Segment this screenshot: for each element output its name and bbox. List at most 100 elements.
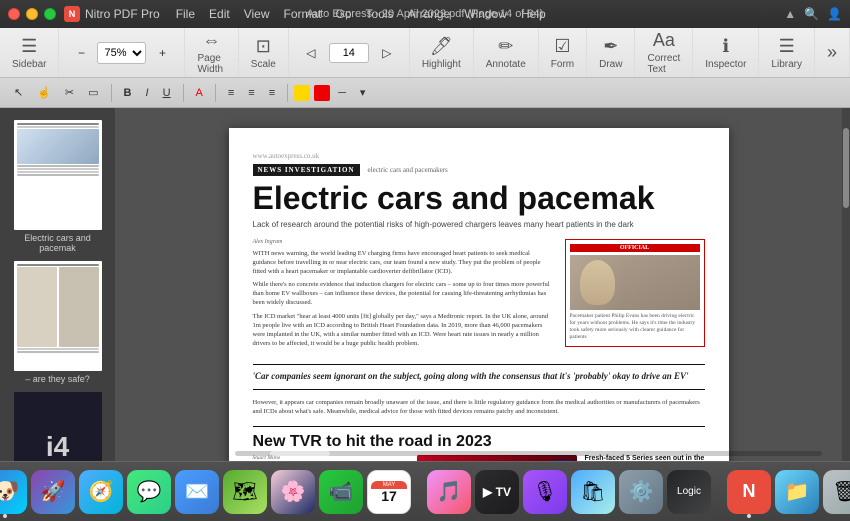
bold-btn[interactable]: B — [118, 82, 138, 104]
dock-item-folder[interactable]: 📁 — [775, 470, 819, 514]
scroll-thumb[interactable] — [270, 451, 330, 456]
dock-item-messages[interactable]: 💬 — [127, 470, 171, 514]
dock-item-logic[interactable]: Logic — [667, 470, 711, 514]
rectangle-btn[interactable]: ▭ — [82, 82, 104, 104]
italic-btn[interactable]: I — [140, 82, 155, 104]
dock-item-safari[interactable]: 🧭 — [79, 470, 123, 514]
more-tools-btn[interactable]: » — [815, 28, 850, 77]
form-icon: ☑ — [554, 36, 570, 57]
app-name: Nitro PDF Pro — [85, 7, 160, 21]
dock-item-mail[interactable]: ✉️ — [175, 470, 219, 514]
font-color-btn[interactable]: A — [190, 82, 209, 104]
next-page-button[interactable]: ▷ — [373, 41, 401, 65]
line-width-btn[interactable]: ─ — [332, 82, 352, 104]
horizontal-scrollbar[interactable] — [235, 451, 822, 456]
align-left-btn[interactable]: ≡ — [222, 82, 240, 104]
toolbar-separator — [111, 84, 112, 102]
dock-item-appstore[interactable]: 🛍 — [571, 470, 615, 514]
music-icon: 🎵 — [437, 479, 462, 504]
inspector-btn[interactable]: ℹ Inspector — [693, 28, 759, 77]
dock-item-maps[interactable]: 🗺 — [223, 470, 267, 514]
dock-item-podcasts[interactable]: 🎙 — [523, 470, 567, 514]
zoom-controls-group: − 75% + — [59, 28, 185, 77]
scale-label: Scale — [251, 59, 276, 70]
page-url: www.autoexpress.co.uk — [253, 152, 705, 160]
dropdown-btn[interactable]: ▾ — [354, 82, 372, 104]
menu-view[interactable]: View — [238, 5, 276, 23]
menu-edit[interactable]: Edit — [203, 5, 236, 23]
highlight-btn[interactable]: 🖊 Highlight — [410, 28, 474, 77]
vertical-scrollbar[interactable] — [842, 108, 850, 461]
main-headline: Electric cars and pacemak — [253, 182, 705, 214]
draw-label: Draw — [599, 59, 622, 70]
more-icon: » — [827, 42, 837, 63]
zoom-in-button[interactable]: + — [148, 41, 176, 65]
article-content: Alex Ingram WITH news warning, the world… — [253, 239, 705, 352]
select-tool-btn[interactable]: ↖ — [8, 82, 29, 104]
scroll-thumb-vertical[interactable] — [843, 128, 849, 208]
menu-file[interactable]: File — [170, 5, 201, 23]
official-box: OFFICIAL Pacemaker patient Philip Evans … — [565, 239, 705, 347]
official-photo — [570, 255, 700, 310]
inspector-icon: ℹ — [722, 36, 729, 57]
dock-item-calendar[interactable]: MAY 17 — [367, 470, 411, 514]
dock-item-finder[interactable]: 🐶 — [0, 470, 27, 514]
page-thumbnails-sidebar[interactable]: Electric cars and pacemak – are they — [0, 108, 115, 461]
dock-item-photos[interactable]: 🌸 — [271, 470, 315, 514]
correct-text-btn[interactable]: Aa Correct Text — [635, 28, 693, 77]
zoom-out-button[interactable]: − — [67, 41, 95, 65]
minimize-button[interactable] — [26, 8, 38, 20]
official-badge: OFFICIAL — [570, 244, 700, 252]
page-width-icon: ⇔ — [203, 30, 221, 51]
thumbnail-item[interactable]: i4 — [0, 388, 115, 461]
main-content-area: Electric cars and pacemak – are they — [0, 108, 850, 461]
thumbnail-label: Electric cars and pacemak — [6, 233, 109, 253]
prev-page-button[interactable]: ◁ — [297, 41, 325, 65]
page-width-btn[interactable]: ⇔ Page Width — [185, 28, 238, 77]
byline: Alex Ingram — [253, 239, 555, 245]
launchpad-icon: 🚀 — [41, 479, 66, 504]
maximize-button[interactable] — [44, 8, 56, 20]
dock-item-launchpad[interactable]: 🚀 — [31, 470, 75, 514]
wifi-icon: ▲ — [784, 7, 796, 21]
dock-item-appletv[interactable]: ▶ TV — [475, 470, 519, 514]
section-badge: NEWS INVESTIGATION — [253, 164, 360, 176]
library-label: Library — [771, 59, 802, 70]
user-icon[interactable]: 👤 — [827, 7, 842, 21]
stroke-color-btn[interactable] — [314, 85, 330, 101]
page-input[interactable] — [329, 43, 369, 63]
hand-tool-btn[interactable]: ☝ — [31, 82, 57, 104]
window-controls[interactable] — [8, 8, 56, 20]
folder-icon: 📁 — [785, 479, 810, 504]
dock-item-facetime[interactable]: 📹 — [319, 470, 363, 514]
dock-item-nitro[interactable]: N — [727, 470, 771, 514]
sub-headline: Lack of research around the potential ri… — [253, 220, 705, 229]
search-icon[interactable]: 🔍 — [804, 7, 819, 21]
thumbnail-image — [14, 120, 102, 230]
align-right-btn[interactable]: ≡ — [263, 82, 281, 104]
close-button[interactable] — [8, 8, 20, 20]
thumbnail-item[interactable]: – are they safe? — [0, 257, 115, 388]
crop-btn[interactable]: ✂ — [59, 82, 80, 104]
annotate-btn[interactable]: ✏ Annotate — [474, 28, 539, 77]
pdf-viewer[interactable]: www.autoexpress.co.uk NEWS INVESTIGATION… — [115, 108, 842, 461]
sidebar-label: Sidebar — [12, 59, 46, 70]
page-nav-group: ◁ ▷ — [289, 28, 410, 77]
zoom-select[interactable]: 75% — [97, 42, 146, 64]
dock-running-indicator — [3, 514, 7, 518]
highlight-color-btn[interactable] — [294, 85, 310, 101]
draw-btn[interactable]: ✒ Draw — [587, 28, 635, 77]
align-center-btn[interactable]: ≡ — [242, 82, 260, 104]
annotate-label: Annotate — [486, 59, 526, 70]
dock-item-trash[interactable]: 🗑 — [823, 470, 850, 514]
toolbar-separator-3 — [215, 84, 216, 102]
sidebar-toggle[interactable]: ☰ Sidebar — [0, 28, 59, 77]
dock-item-music[interactable]: 🎵 — [427, 470, 471, 514]
thumbnail-item[interactable]: Electric cars and pacemak — [0, 116, 115, 257]
dock-item-settings[interactable]: ⚙️ — [619, 470, 663, 514]
underline-btn[interactable]: U — [157, 82, 177, 104]
library-btn[interactable]: ☰ Library — [759, 28, 815, 77]
scale-btn[interactable]: ⊡ Scale — [239, 28, 289, 77]
form-btn[interactable]: ☑ Form — [539, 28, 587, 77]
settings-icon: ⚙️ — [629, 479, 654, 504]
